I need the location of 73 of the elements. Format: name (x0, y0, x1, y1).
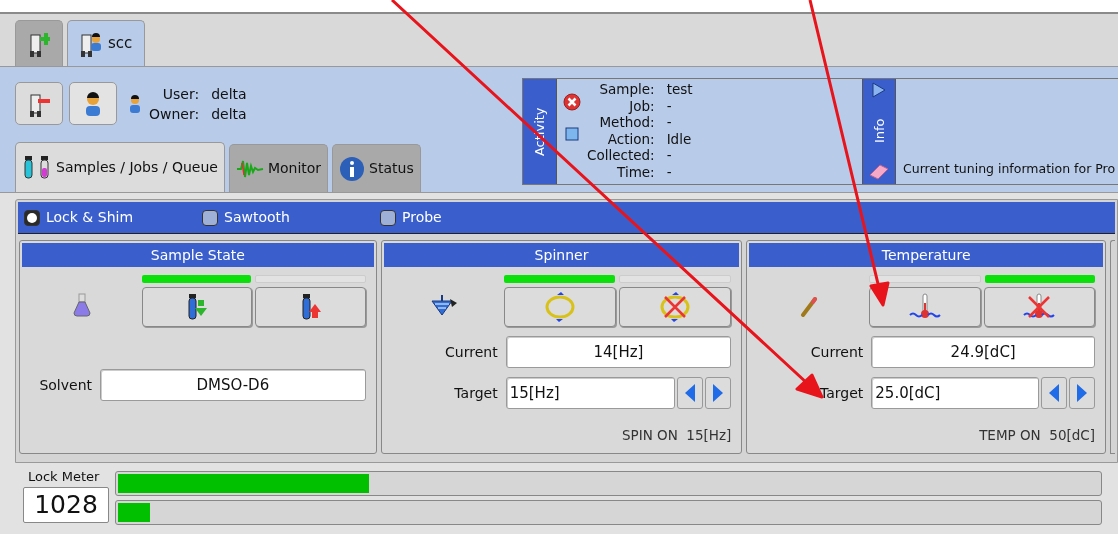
user-cylinder-icon (80, 30, 102, 57)
field-label: Target (453, 383, 498, 403)
flask-icon (73, 293, 91, 317)
decrement-button[interactable] (1041, 377, 1067, 409)
view-tab[interactable]: Samples / Jobs / Queue (15, 142, 225, 192)
waveform-icon (235, 158, 264, 179)
info-text: Current tuning information for Pro (903, 160, 1116, 179)
owner-value: delta (211, 104, 247, 124)
lock-meter-value: 1028 (23, 486, 109, 523)
left-arrow-icon (1049, 384, 1059, 402)
field-label: Target (819, 383, 864, 403)
action-button[interactable] (869, 287, 981, 327)
panel-title: Spinner (383, 243, 740, 267)
user-icon (83, 90, 103, 117)
left-arrow-icon (685, 384, 696, 402)
activity-value: - (666, 163, 673, 180)
user-icon (129, 93, 141, 114)
increment-button[interactable] (705, 377, 732, 409)
info-header: Info (870, 118, 888, 143)
field-label: Solvent (38, 375, 92, 395)
right-arrow-icon (1077, 384, 1087, 402)
mode-radio[interactable]: Probe (380, 207, 558, 228)
user-label: User: (161, 84, 200, 104)
eraser-icon (869, 163, 889, 181)
activity-value: test (666, 81, 693, 98)
play-icon (872, 82, 886, 98)
action-button[interactable] (983, 287, 1095, 327)
square-icon (565, 127, 579, 141)
field-label: Current (809, 342, 864, 362)
session-tab[interactable]: scc (67, 20, 146, 66)
decrement-button[interactable] (677, 377, 704, 409)
spinning-top-icon (429, 293, 458, 317)
test-tubes-icon (22, 155, 52, 180)
action-button[interactable] (255, 287, 366, 327)
plus-cylinder-icon (28, 30, 50, 57)
session-tab[interactable] (15, 20, 63, 66)
activity-label: Method: (598, 114, 655, 131)
activity-value: Idle (666, 130, 693, 147)
activity-label: Collected: (587, 147, 655, 164)
action-button[interactable] (503, 287, 616, 327)
status-text: SPIN ON 15[Hz] (622, 425, 732, 445)
lock-meter-label: Lock Meter (28, 468, 100, 486)
input-field[interactable]: 15[Hz] (505, 377, 676, 409)
error-icon (563, 93, 581, 111)
value-field: DMSO-D6 (100, 369, 366, 401)
activity-value: - (666, 147, 673, 164)
view-tab[interactable]: Status (332, 144, 421, 192)
action-button[interactable] (619, 287, 732, 327)
activity-label: Sample: (598, 81, 655, 98)
user-button[interactable] (69, 82, 117, 125)
action-button[interactable] (142, 287, 253, 327)
activity-label: Job: (627, 97, 655, 114)
value-field: 14[Hz] (505, 336, 732, 368)
activity-label: Action: (606, 130, 655, 147)
panel-title: Sample State (22, 243, 374, 267)
mode-radio[interactable]: Sawtooth (202, 207, 380, 228)
info-icon (339, 155, 366, 182)
activity-header: Activity (523, 79, 557, 184)
activity-label: Time: (616, 163, 655, 180)
remove-cylinder-button[interactable] (15, 82, 63, 125)
panel-title: Temperature (749, 243, 1103, 267)
owner-label: Owner: (149, 104, 200, 124)
right-arrow-icon (713, 384, 724, 402)
user-value: delta (211, 84, 247, 104)
increment-button[interactable] (1069, 377, 1095, 409)
activity-value: - (666, 114, 673, 131)
value-field: 24.9[dC] (871, 336, 1095, 368)
status-text: TEMP ON 50[dC] (979, 425, 1095, 445)
mode-radio[interactable]: Lock & Shim (24, 207, 202, 228)
input-field[interactable]: 25.0[dC] (871, 377, 1039, 409)
field-label: Current (444, 342, 498, 362)
view-tab[interactable]: Monitor (228, 144, 329, 192)
activity-value: - (666, 97, 673, 114)
